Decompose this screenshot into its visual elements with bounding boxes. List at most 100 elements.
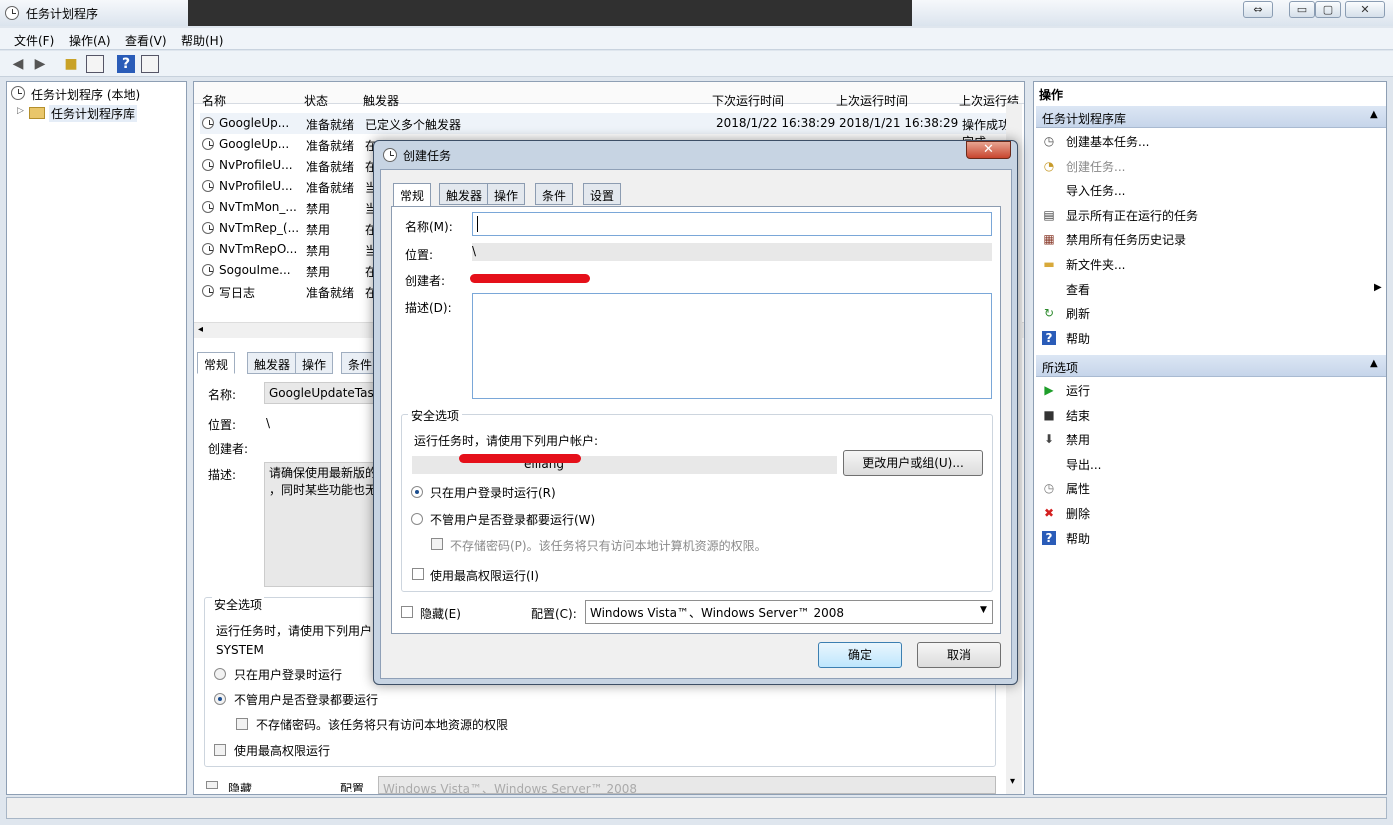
dropdown-arrow-icon[interactable]: ▼: [980, 605, 987, 615]
task-clock-icon: [202, 285, 214, 297]
actions-section-library[interactable]: 任务计划程序库 ▲: [1036, 106, 1386, 128]
back-icon[interactable]: ◀: [9, 55, 27, 73]
tab-triggers[interactable]: 触发器: [247, 352, 298, 374]
collapse-arrow-icon[interactable]: ▲: [1370, 109, 1378, 120]
action-item[interactable]: ■ 结束: [1038, 404, 1384, 426]
ok-button[interactable]: 确定: [818, 642, 902, 668]
actions-section-selected[interactable]: 所选项 ▲: [1036, 355, 1386, 377]
table-row[interactable]: GoogleUp... 准备就绪 已定义多个触发器 2018/1/22 16:38:2…: [200, 113, 1020, 149]
task-status: 准备就绪: [306, 118, 355, 132]
menu-help[interactable]: 帮助(H): [181, 32, 223, 49]
actions-section-selected-label: 所选项: [1042, 361, 1079, 375]
col-trigger[interactable]: 触发器: [363, 92, 399, 109]
col-status[interactable]: 状态: [304, 92, 328, 109]
tree-library-item[interactable]: 任务计划程序库: [49, 105, 138, 122]
task-clock-icon: [202, 180, 214, 192]
action-item[interactable]: ✖ 删除: [1038, 502, 1384, 524]
action-item[interactable]: ▤ 显示所有正在运行的任务: [1038, 204, 1384, 226]
tree-root-item[interactable]: 任务计划程序 (本地): [31, 86, 140, 103]
show-hide-action-pane-icon[interactable]: [141, 55, 159, 73]
minimize-button[interactable]: ▭: [1289, 1, 1315, 18]
title-bar: 任务计划程序 ⇔ ▭ ▢ ✕: [0, 0, 1393, 26]
maximize-button[interactable]: ▢: [1315, 1, 1341, 18]
action-item[interactable]: ? 帮助: [1038, 327, 1384, 349]
menu-view[interactable]: 查看(V): [125, 32, 167, 49]
dialog-opt-whether[interactable]: 不管用户是否登录都要运行(W): [430, 511, 595, 528]
menu-file[interactable]: 文件(F): [14, 32, 54, 49]
task-name: SogouIme...: [219, 263, 291, 277]
folder-icon: ▬: [1043, 257, 1055, 271]
action-item[interactable]: ◔ 创建任务...: [1038, 155, 1384, 177]
forward-icon[interactable]: ▶: [31, 55, 49, 73]
action-item[interactable]: ? 帮助: [1038, 527, 1384, 549]
task-clock-icon: [202, 138, 214, 150]
action-item[interactable]: ◷ 创建基本任务...: [1038, 130, 1384, 152]
dialog-name-label: 名称(M):: [405, 220, 453, 234]
action-label: 属性: [1066, 482, 1091, 497]
help-icon: ?: [1042, 330, 1056, 345]
chk-highest-privileges[interactable]: [412, 568, 424, 580]
dialog-tab-triggers[interactable]: 触发器: [439, 183, 490, 205]
task-status: 禁用: [306, 202, 331, 216]
scroll-left-icon[interactable]: ◂: [198, 324, 203, 335]
task-status: 禁用: [306, 265, 331, 279]
action-item[interactable]: ▶ 运行: [1038, 379, 1384, 401]
cancel-button[interactable]: 取消: [917, 642, 1001, 668]
menu-action[interactable]: 操作(A): [69, 32, 111, 49]
detail-desc-field: 请确保使用最新版的 ，同时某些功能也无: [264, 462, 384, 587]
dialog-location-label: 位置:: [405, 248, 434, 262]
detail-opt-highest: 使用最高权限运行: [234, 744, 331, 758]
text-cursor: [477, 216, 478, 232]
chk-hidden[interactable]: [401, 606, 413, 618]
col-next-run[interactable]: 下次运行时间: [712, 92, 784, 109]
close-button[interactable]: ✕: [1345, 1, 1385, 18]
tab-general[interactable]: 常规: [197, 352, 236, 374]
action-label: 显示所有正在运行的任务: [1066, 208, 1199, 223]
tab-actions[interactable]: 操作: [295, 352, 334, 374]
action-item[interactable]: ⬇ 禁用: [1038, 428, 1384, 450]
dialog-opt-highest[interactable]: 使用最高权限运行(I): [430, 567, 539, 584]
expand-arrow-icon[interactable]: ▷: [17, 106, 24, 116]
dialog-close-button[interactable]: ✕: [966, 141, 1011, 159]
radio-logged-on[interactable]: [411, 486, 423, 498]
detail-name-value: GoogleUpdateTas: [269, 386, 374, 400]
dialog-tab-actions[interactable]: 操作: [487, 183, 526, 205]
up-folder-icon[interactable]: ■: [62, 55, 80, 73]
dialog-opt-logged-on[interactable]: 只在用户登录时运行(R): [430, 484, 556, 501]
dialog-tab-general[interactable]: 常规: [393, 183, 432, 207]
show-hide-tree-icon[interactable]: [86, 55, 104, 73]
action-item[interactable]: 导出...: [1038, 453, 1384, 475]
dialog-desc-textarea[interactable]: [472, 293, 992, 399]
properties-icon: ◷: [1043, 481, 1055, 496]
task-status: 准备就绪: [306, 139, 355, 153]
action-item[interactable]: ▦ 禁用所有任务历史记录: [1038, 228, 1384, 250]
radio-whether-logged-on[interactable]: [411, 513, 423, 525]
col-last-run[interactable]: 上次运行时间: [836, 92, 908, 109]
action-item[interactable]: 导入任务...: [1038, 179, 1384, 201]
dialog-tab-settings[interactable]: 设置: [583, 183, 622, 205]
dialog-config-select[interactable]: Windows Vista™、Windows Server™ 2008 ▼: [585, 600, 993, 624]
action-item[interactable]: ↻ 刷新: [1038, 302, 1384, 324]
stop-icon: ■: [1043, 407, 1055, 422]
action-item[interactable]: 查看 ▶: [1038, 278, 1384, 300]
clock-icon: [11, 86, 25, 100]
window-title: 任务计划程序: [26, 7, 99, 21]
dialog-security-title: 安全选项: [408, 407, 463, 424]
dialog-name-input[interactable]: [472, 212, 992, 236]
action-label: 创建任务...: [1066, 159, 1126, 174]
help-icon[interactable]: ?: [117, 55, 135, 73]
restore-size-button[interactable]: ⇔: [1243, 1, 1273, 18]
action-label: 导出...: [1066, 457, 1102, 472]
task-status: 禁用: [306, 244, 331, 258]
action-label: 删除: [1066, 507, 1091, 521]
action-item[interactable]: ◷ 属性: [1038, 477, 1384, 499]
change-user-button[interactable]: 更改用户或组(U)...: [843, 450, 983, 476]
history-icon: ▦: [1043, 232, 1055, 247]
dialog-tab-conditions[interactable]: 条件: [535, 183, 574, 205]
detail-author-label: 创建者:: [208, 442, 249, 456]
collapse-arrow-icon[interactable]: ▲: [1370, 358, 1378, 369]
action-item[interactable]: ▬ 新文件夹...: [1038, 253, 1384, 275]
scroll-down-icon[interactable]: ▾: [1010, 776, 1015, 787]
col-name[interactable]: 名称: [202, 92, 226, 109]
dialog-hidden-label[interactable]: 隐藏(E): [420, 605, 461, 622]
